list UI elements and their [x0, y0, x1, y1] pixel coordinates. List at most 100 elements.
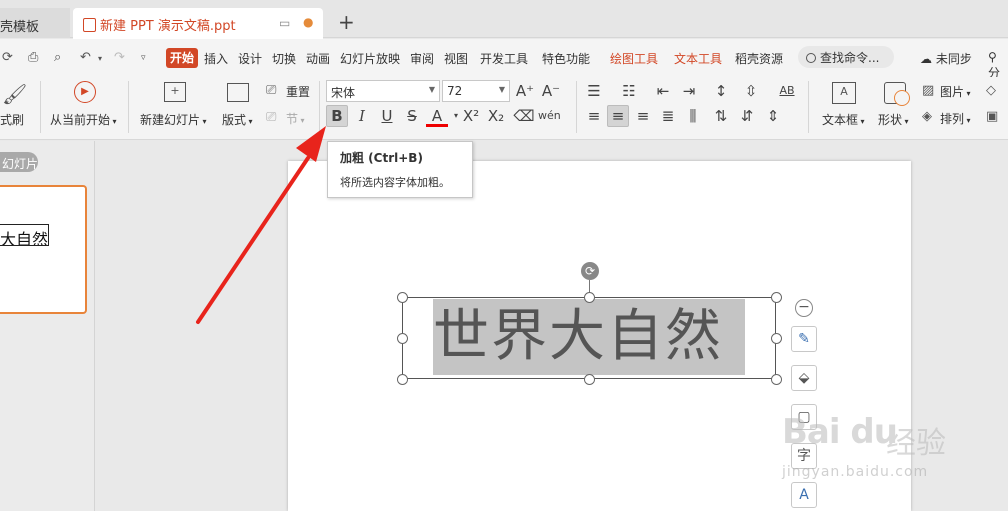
- slide-title[interactable]: 世界大自然: [433, 297, 753, 377]
- more-icon[interactable]: ◇: [986, 83, 996, 98]
- menu-developer[interactable]: 开发工具: [480, 50, 528, 67]
- strikethrough-button[interactable]: S: [401, 105, 423, 127]
- red-annotation-arrow: [196, 126, 326, 324]
- add-tab-button[interactable]: +: [338, 10, 355, 34]
- bullet-list-icon[interactable]: ☰: [583, 80, 605, 102]
- align-right-icon[interactable]: ≡: [632, 105, 654, 127]
- undo-dropdown-icon[interactable]: ▾: [98, 54, 102, 63]
- justify-icon[interactable]: ≣: [657, 105, 679, 127]
- text-direction-icon[interactable]: ↕: [710, 80, 732, 102]
- picture-button[interactable]: 图片 ▾: [940, 83, 971, 100]
- decrease-indent-icon[interactable]: ⇤: [652, 80, 674, 102]
- tab-document[interactable]: 新建 PPT 演示文稿.ppt ▭ ●: [73, 8, 323, 39]
- format-painter-label[interactable]: 式刷: [0, 111, 24, 128]
- undo-icon[interactable]: ↶: [80, 50, 91, 65]
- print-icon[interactable]: ⎙: [28, 50, 38, 65]
- resize-handle-e[interactable]: [771, 333, 782, 344]
- subscript-button[interactable]: X₂: [485, 105, 507, 127]
- rotate-handle[interactable]: ⟳: [581, 262, 599, 280]
- new-slide-icon[interactable]: +: [164, 82, 186, 102]
- watermark-logo: Bai du: [782, 412, 898, 452]
- menu-insert[interactable]: 插入: [204, 50, 228, 67]
- menu-home[interactable]: 开始: [166, 48, 198, 68]
- play-from-current-button[interactable]: 从当前开始 ▾: [50, 111, 117, 128]
- tab-document-label: 新建 PPT 演示文稿.ppt: [100, 19, 236, 34]
- resize-handle-ne[interactable]: [771, 292, 782, 303]
- menu-slideshow[interactable]: 幻灯片放映: [340, 50, 400, 67]
- menu-transition[interactable]: 切换: [272, 50, 296, 67]
- text-fit-icon[interactable]: AB: [776, 80, 798, 102]
- slides-tab-label[interactable]: 幻灯片: [0, 152, 38, 172]
- align-center-icon[interactable]: ≡: [607, 105, 629, 127]
- menu-view[interactable]: 视图: [444, 50, 468, 67]
- collapse-toolbar-icon[interactable]: −: [795, 299, 813, 317]
- separator: [808, 81, 809, 133]
- arrange-button[interactable]: 排列 ▾: [940, 110, 971, 127]
- more-icon-2[interactable]: ▣: [986, 109, 998, 124]
- pen-icon[interactable]: ✎: [791, 326, 817, 352]
- menu-animation[interactable]: 动画: [306, 50, 330, 67]
- tab-template[interactable]: 壳模板: [0, 8, 70, 38]
- resize-handle-n[interactable]: [584, 292, 595, 303]
- menu-design[interactable]: 设计: [238, 50, 262, 67]
- menu-text-tools[interactable]: 文本工具: [674, 50, 722, 67]
- menu-features[interactable]: 特色功能: [542, 50, 590, 67]
- shape-label: 形状: [878, 113, 903, 127]
- distribute-icon[interactable]: ⫼: [682, 105, 704, 127]
- text-box-button[interactable]: 文本框 ▾: [822, 111, 865, 128]
- paragraph-spacing-icon[interactable]: ⇵: [736, 105, 758, 127]
- tab-bar: 壳模板 新建 PPT 演示文稿.ppt ▭ ● +: [0, 0, 1008, 39]
- search-placeholder: 查找命令...: [820, 51, 880, 65]
- print-preview-icon[interactable]: ⌕: [54, 50, 61, 65]
- font-name-value: 宋体: [331, 86, 356, 100]
- bold-tooltip: 加粗 (Ctrl+B) 将所选内容字体加粗。: [327, 141, 473, 198]
- phonetic-icon[interactable]: wén: [538, 105, 561, 127]
- underline-button[interactable]: U: [376, 105, 398, 127]
- line-spacing-icon[interactable]: ⇅: [710, 105, 732, 127]
- redo-icon[interactable]: ↷: [114, 50, 125, 65]
- command-search[interactable]: 查找命令...: [798, 46, 894, 68]
- font-name-select[interactable]: 宋体 ▼: [326, 80, 440, 102]
- increase-font-icon[interactable]: A⁺: [514, 80, 536, 102]
- menu-resources[interactable]: 稻壳资源: [735, 50, 783, 67]
- font-size-select[interactable]: 72 ▼: [442, 80, 510, 102]
- picture-icon[interactable]: ▨: [922, 83, 934, 98]
- menu-drawing-tools[interactable]: 绘图工具: [610, 50, 658, 67]
- text-box-icon[interactable]: A: [832, 82, 856, 104]
- tooltip-description: 将所选内容字体加粗。: [340, 176, 450, 189]
- increase-indent-icon[interactable]: ⇥: [678, 80, 700, 102]
- arrange-icon[interactable]: ◈: [922, 109, 932, 124]
- resize-handle-w[interactable]: [397, 333, 408, 344]
- fill-icon[interactable]: ⬙: [791, 365, 817, 391]
- arrange-label: 排列: [940, 112, 965, 126]
- customize-icon[interactable]: ▿: [141, 53, 146, 63]
- format-painter-icon[interactable]: 🖌: [2, 82, 27, 106]
- resize-handle-nw[interactable]: [397, 292, 408, 303]
- align-left-icon[interactable]: ≡: [583, 105, 605, 127]
- slide-thumbnail[interactable]: [0, 185, 87, 314]
- resize-handle-s[interactable]: [584, 374, 595, 385]
- reset-icon[interactable]: ⎚: [266, 83, 276, 98]
- monitor-icon[interactable]: ▭: [279, 16, 290, 30]
- clear-format-icon[interactable]: ⌫: [513, 105, 535, 127]
- shape-button[interactable]: 形状 ▾: [878, 111, 909, 128]
- play-icon[interactable]: ▶: [74, 81, 96, 103]
- resize-handle-sw[interactable]: [397, 374, 408, 385]
- spacing-more-icon[interactable]: ⇕: [762, 105, 784, 127]
- watermark-url: jingyan.baidu.com: [782, 464, 929, 480]
- superscript-button[interactable]: X²: [460, 105, 482, 127]
- layout-icon[interactable]: [227, 83, 249, 102]
- numbered-list-icon[interactable]: ☷: [618, 80, 640, 102]
- reset-label[interactable]: 重置: [286, 83, 310, 100]
- sync-status[interactable]: ☁ 未同步: [920, 50, 972, 67]
- menu-review[interactable]: 审阅: [410, 50, 434, 67]
- italic-button[interactable]: I: [351, 105, 373, 127]
- resize-handle-se[interactable]: [771, 374, 782, 385]
- separator: [128, 81, 129, 133]
- arrow-shaft: [196, 156, 310, 324]
- open-icon[interactable]: ⟳: [2, 50, 13, 65]
- decrease-font-icon[interactable]: A⁻: [540, 80, 562, 102]
- separator: [576, 81, 577, 133]
- shape-circle-icon: [894, 90, 910, 106]
- align-text-icon[interactable]: ⇳: [740, 80, 762, 102]
